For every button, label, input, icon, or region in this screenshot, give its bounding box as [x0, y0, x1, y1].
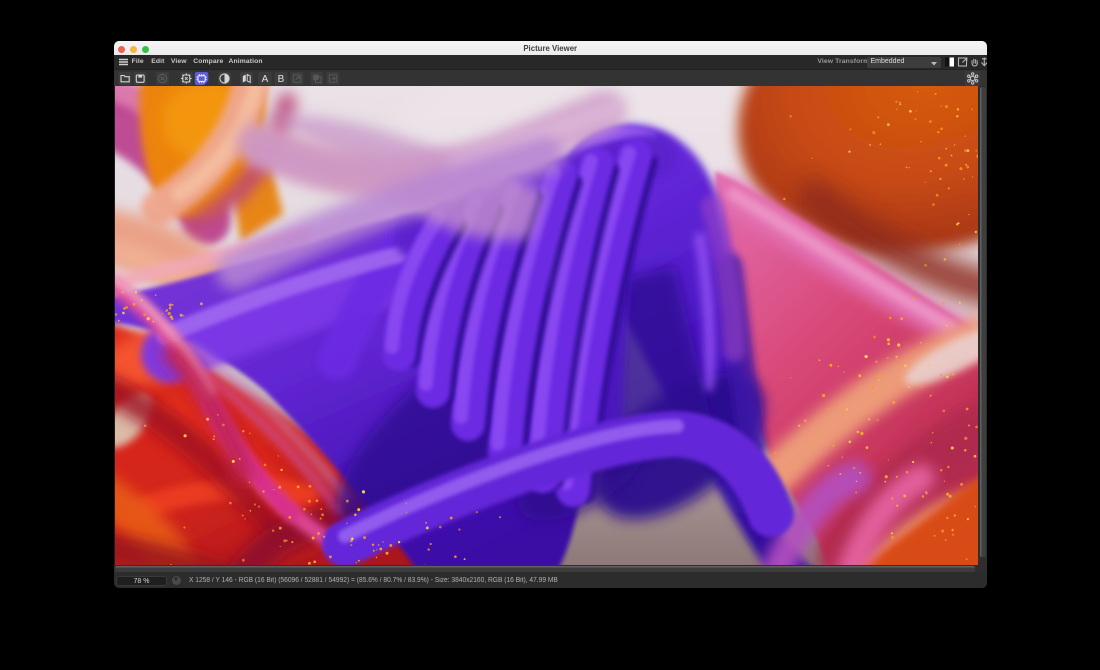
svg-text:B: B [278, 74, 285, 85]
svg-text:A: A [262, 74, 269, 85]
